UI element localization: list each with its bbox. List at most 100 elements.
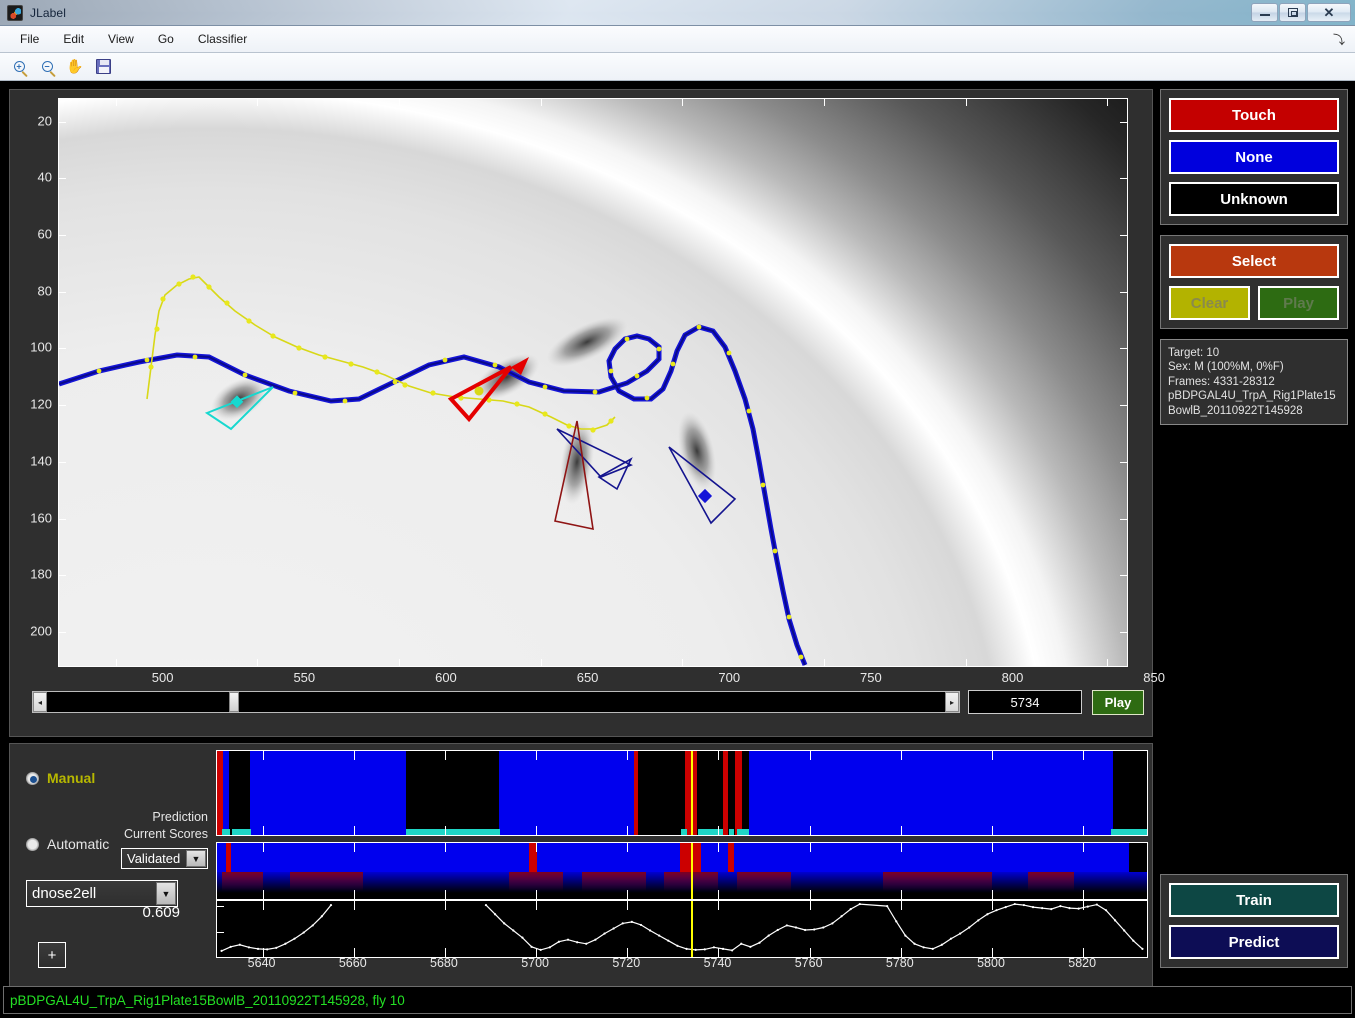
manual-label-segment[interactable] <box>727 751 735 835</box>
prediction-segment[interactable] <box>230 843 530 873</box>
pan-hand-icon[interactable]: ✋ <box>65 57 85 77</box>
timeline-tick <box>1083 843 1085 852</box>
clear-button[interactable]: Clear <box>1169 286 1250 320</box>
frame-slider[interactable]: ◂ ▸ <box>32 691 960 713</box>
video-y-tick <box>1120 348 1127 350</box>
prediction-segment[interactable] <box>727 843 735 873</box>
slider-left-arrow-icon[interactable]: ◂ <box>33 692 47 712</box>
video-y-tick <box>59 291 66 293</box>
none-button[interactable]: None <box>1169 140 1339 174</box>
frame-cursor[interactable] <box>691 751 694 835</box>
prediction-segment[interactable] <box>537 843 681 873</box>
maximize-button[interactable] <box>1279 2 1306 22</box>
manual-label-segment[interactable] <box>1112 751 1147 835</box>
manual-label-segment[interactable] <box>749 751 1113 835</box>
score-point <box>667 939 670 942</box>
trajectory-markers-blue-path <box>96 324 804 660</box>
video-x-tick <box>398 659 400 666</box>
save-icon[interactable] <box>93 57 113 77</box>
video-axes[interactable] <box>58 98 1128 667</box>
manual-label-segment[interactable] <box>406 751 499 835</box>
touch-button[interactable]: Touch <box>1169 98 1339 132</box>
score-point <box>293 937 296 940</box>
slider-right-arrow-icon[interactable]: ▸ <box>945 692 959 712</box>
timeline-tick <box>536 751 538 760</box>
manual-label-timeline[interactable] <box>216 750 1148 836</box>
validated-dropdown[interactable]: Validated ▼ <box>121 848 208 869</box>
automatic-radio[interactable] <box>26 837 39 851</box>
score-y-tick <box>217 931 224 933</box>
video-y-tick <box>1120 631 1127 633</box>
manual-label-segment[interactable] <box>249 751 407 835</box>
manual-label-segment[interactable] <box>742 751 750 835</box>
score-point <box>548 946 551 949</box>
score-point <box>229 945 232 948</box>
prediction-segment[interactable] <box>701 843 728 873</box>
manual-label-segment[interactable] <box>228 751 250 835</box>
prediction-segment[interactable] <box>217 843 227 873</box>
video-y-axis-labels: 20 40 60 80 100 120 140 160 180 200 <box>10 98 56 667</box>
automatic-radio-row[interactable]: Automatic <box>26 836 109 852</box>
frame-number-input[interactable]: 5734 <box>968 690 1082 714</box>
train-button[interactable]: Train <box>1169 883 1339 917</box>
menu-classifier[interactable]: Classifier <box>187 29 258 49</box>
score-point <box>940 943 943 946</box>
manual-label-segment[interactable] <box>638 751 685 835</box>
validated-marker <box>681 829 688 835</box>
prediction-segment[interactable] <box>1128 843 1147 873</box>
slider-track[interactable] <box>47 692 945 712</box>
zoom-out-icon[interactable]: − <box>37 57 57 77</box>
video-panel: 20 40 60 80 100 120 140 160 180 200 500 … <box>9 89 1165 737</box>
score-point <box>1068 907 1071 910</box>
score-point <box>266 948 269 951</box>
prediction-segment[interactable] <box>734 843 1129 873</box>
score-point <box>849 908 852 911</box>
timeline-tick <box>444 826 446 835</box>
menu-edit[interactable]: Edit <box>52 29 95 49</box>
minimize-button[interactable] <box>1251 2 1278 22</box>
score-point <box>612 927 615 930</box>
unknown-button[interactable]: Unknown <box>1169 182 1339 216</box>
video-y-tick-label: 80 <box>37 283 52 299</box>
play-button[interactable]: Play <box>1092 689 1144 715</box>
score-point <box>685 947 688 950</box>
validated-dropdown-arrow-icon[interactable]: ▼ <box>186 850 206 867</box>
add-behavior-button[interactable]: + <box>38 942 66 968</box>
timeline-tick <box>809 901 811 910</box>
manual-radio-row[interactable]: Manual <box>26 770 95 786</box>
score-heat-band <box>1028 872 1075 892</box>
menu-overflow-icon[interactable]: ⤵ <box>1333 31 1345 48</box>
manual-label-segment[interactable] <box>697 751 724 835</box>
play-selection-button[interactable]: Play <box>1258 286 1339 320</box>
manual-label: Manual <box>47 770 96 786</box>
predict-button[interactable]: Predict <box>1169 925 1339 959</box>
prediction-timeline[interactable] <box>216 842 1148 900</box>
behavior-dropdown[interactable]: dnose2ell ▼ <box>26 880 178 907</box>
behavior-dropdown-arrow-icon[interactable]: ▼ <box>156 882 176 905</box>
manual-label-segment[interactable] <box>498 751 634 835</box>
frame-cursor[interactable] <box>691 901 694 957</box>
select-button[interactable]: Select <box>1169 244 1339 278</box>
video-x-tick <box>115 99 117 106</box>
score-point <box>247 946 251 949</box>
manual-label-segment[interactable] <box>734 751 743 835</box>
slider-thumb[interactable] <box>229 692 239 712</box>
score-plot[interactable]: 510 <box>216 900 1148 958</box>
menu-file[interactable]: File <box>9 29 50 49</box>
menu-view[interactable]: View <box>97 29 145 49</box>
score-point <box>594 938 597 941</box>
timeline-tick <box>718 901 720 910</box>
video-x-tick <box>823 659 825 666</box>
timeline-tick <box>444 890 446 899</box>
close-button[interactable]: ✕ <box>1307 2 1351 22</box>
zoom-in-icon[interactable]: + <box>9 57 29 77</box>
timeline-tick <box>1083 901 1085 910</box>
timeline-x-tick-label: 5700 <box>521 956 550 970</box>
timeline-tick <box>536 826 538 835</box>
frame-cursor[interactable] <box>691 843 694 899</box>
score-point <box>648 929 652 932</box>
score-heat-band <box>736 872 792 892</box>
manual-radio[interactable] <box>26 771 39 785</box>
menu-go[interactable]: Go <box>147 29 185 49</box>
video-y-tick <box>1120 575 1127 577</box>
